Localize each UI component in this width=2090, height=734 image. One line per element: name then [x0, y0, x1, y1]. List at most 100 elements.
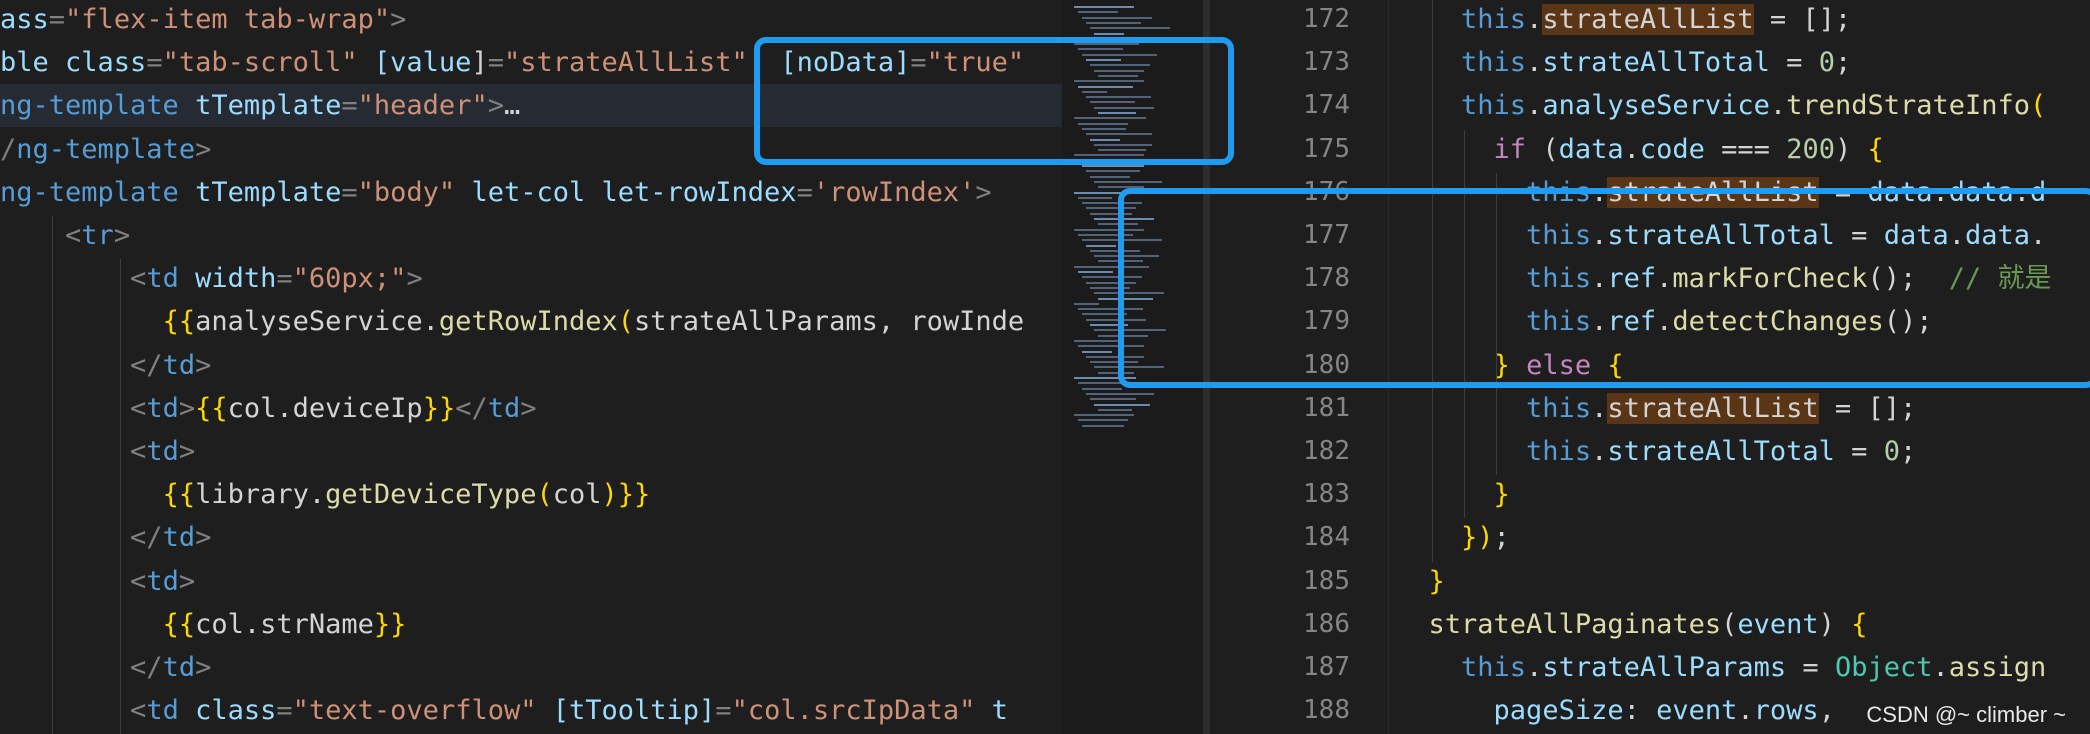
code-token: this: [1526, 436, 1592, 467]
code-token: (: [1526, 133, 1559, 165]
minimap-line: [1082, 424, 1124, 427]
code-text: });: [1396, 516, 1510, 559]
code-token: 0: [1883, 436, 1900, 467]
minimap-line: [1074, 302, 1099, 305]
code-token: t: [991, 695, 1008, 727]
code-token: ;: [1834, 47, 1852, 79]
code-line[interactable]: 185 }: [1210, 560, 2090, 603]
code-text: strateAllPaginates(event) {: [1396, 603, 1868, 646]
code-token: strateAllParams: [1542, 652, 1787, 683]
code-token: >: [195, 652, 212, 683]
code-token: =: [146, 47, 163, 79]
code-text: </td>: [0, 516, 211, 559]
line-number: 182: [1303, 436, 1350, 466]
code-token: <: [130, 565, 147, 597]
code-text: {{col.strName}}: [0, 603, 407, 646]
code-token: ass: [0, 4, 49, 35]
code-line[interactable]: {{library.getDeviceType(col)}}: [0, 473, 1062, 516]
code-line[interactable]: 173 this.strateAllTotal = 0;: [1210, 41, 2090, 84]
code-text: <td width="60px;">: [0, 257, 423, 300]
code-token: }}: [422, 392, 456, 424]
line-number: 183: [1303, 479, 1350, 510]
minimap-line: [1094, 180, 1162, 183]
code-line[interactable]: 174 this.analyseService.trendStrateInfo(: [1210, 84, 2090, 127]
code-line[interactable]: 184 });: [1210, 516, 2090, 559]
code-text: <td>: [0, 560, 195, 603]
code-line[interactable]: <td class="text-overflow" [tTooltip]="co…: [0, 689, 1062, 732]
code-line[interactable]: <td>: [0, 560, 1062, 603]
minimap-line: [1082, 16, 1152, 19]
code-token: >: [178, 392, 196, 424]
code-token: td: [146, 695, 196, 727]
line-number: 184: [1303, 522, 1350, 553]
code-token: .: [1932, 652, 1949, 683]
code-line[interactable]: ass="flex-item tab-wrap">: [0, 0, 1062, 41]
code-line[interactable]: 186 strateAllPaginates(event) {: [1210, 603, 2090, 646]
code-token: :: [1623, 695, 1657, 727]
code-token: >: [487, 90, 504, 122]
code-token: </: [130, 349, 163, 381]
code-token: td: [162, 652, 196, 683]
indent-guide: [52, 216, 53, 734]
code-token: col: [552, 479, 602, 511]
minimap-line: [1086, 170, 1140, 173]
code-token: col.strName: [195, 608, 374, 640]
code-text: ng-template tTemplate="body" let-col let…: [0, 171, 992, 214]
code-line[interactable]: {{analyseService.getRowIndex(strateAllPa…: [0, 300, 1062, 343]
code-token: 200: [1786, 133, 1835, 165]
code-token: =: [276, 695, 293, 727]
code-line[interactable]: 187 this.strateAllParams = Object.assign: [1210, 646, 2090, 689]
code-text: <td>{{col.deviceIp}}</td>: [0, 387, 536, 430]
code-token: td: [162, 522, 196, 554]
code-token: [value: [373, 47, 472, 79]
code-line[interactable]: <td width="60px;">: [0, 257, 1062, 300]
code-line[interactable]: 183 }: [1210, 473, 2090, 516]
code-line[interactable]: </td>: [0, 344, 1062, 387]
code-token: =: [796, 176, 813, 208]
code-token: (: [1721, 608, 1738, 640]
code-line[interactable]: </td>: [0, 516, 1062, 559]
code-token: "60px;": [292, 263, 407, 295]
code-line[interactable]: <tr>: [0, 214, 1062, 257]
code-token: ;: [1493, 522, 1510, 554]
code-token: {{: [162, 306, 196, 338]
code-token: <: [130, 695, 147, 727]
code-token: {{: [162, 479, 196, 511]
code-line[interactable]: 172 this.strateAllList = [];: [1210, 0, 2090, 41]
code-token: td: [146, 263, 196, 295]
code-line[interactable]: 182 this.strateAllTotal = 0;: [1210, 430, 2090, 473]
code-token: >: [195, 349, 212, 381]
code-token: 0: [1818, 47, 1835, 79]
minimap-line: [1078, 419, 1128, 422]
code-token: (: [617, 306, 634, 338]
code-token: .: [1526, 47, 1543, 79]
code-token: .: [1591, 392, 1608, 424]
code-line[interactable]: <td>{{col.deviceIp}}</td>: [0, 387, 1062, 430]
code-line[interactable]: <td>: [0, 430, 1062, 473]
watermark: CSDN @~ climber ~: [1866, 702, 2066, 727]
code-token: strateAllTotal: [1542, 47, 1770, 79]
code-line[interactable]: ng-template tTemplate="body" let-col let…: [0, 171, 1062, 214]
code-token: >: [195, 522, 212, 554]
code-token: event: [1656, 695, 1738, 727]
code-token: [tTooltip]: [552, 695, 716, 727]
code-token: col.deviceIp: [227, 392, 423, 424]
code-token: …: [503, 90, 521, 122]
code-token: "body": [357, 176, 472, 208]
code-text: this.strateAllList = [];: [1396, 387, 1916, 430]
code-token: {{: [195, 392, 228, 424]
code-token: td: [162, 349, 196, 381]
code-line[interactable]: 175 if (data.code === 200) {: [1210, 128, 2090, 171]
code-line[interactable]: </td>: [0, 646, 1062, 689]
code-text: this.strateAllList = [];: [1396, 0, 1851, 41]
code-line[interactable]: 181 this.strateAllList = [];: [1210, 387, 2090, 430]
code-token: =: [1769, 47, 1819, 79]
code-token: }: [1493, 479, 1510, 511]
code-token: =: [1834, 436, 1884, 467]
code-line[interactable]: {{col.strName}}: [0, 603, 1062, 646]
code-token: =: [715, 695, 732, 727]
minimap-line: [1078, 196, 1112, 199]
